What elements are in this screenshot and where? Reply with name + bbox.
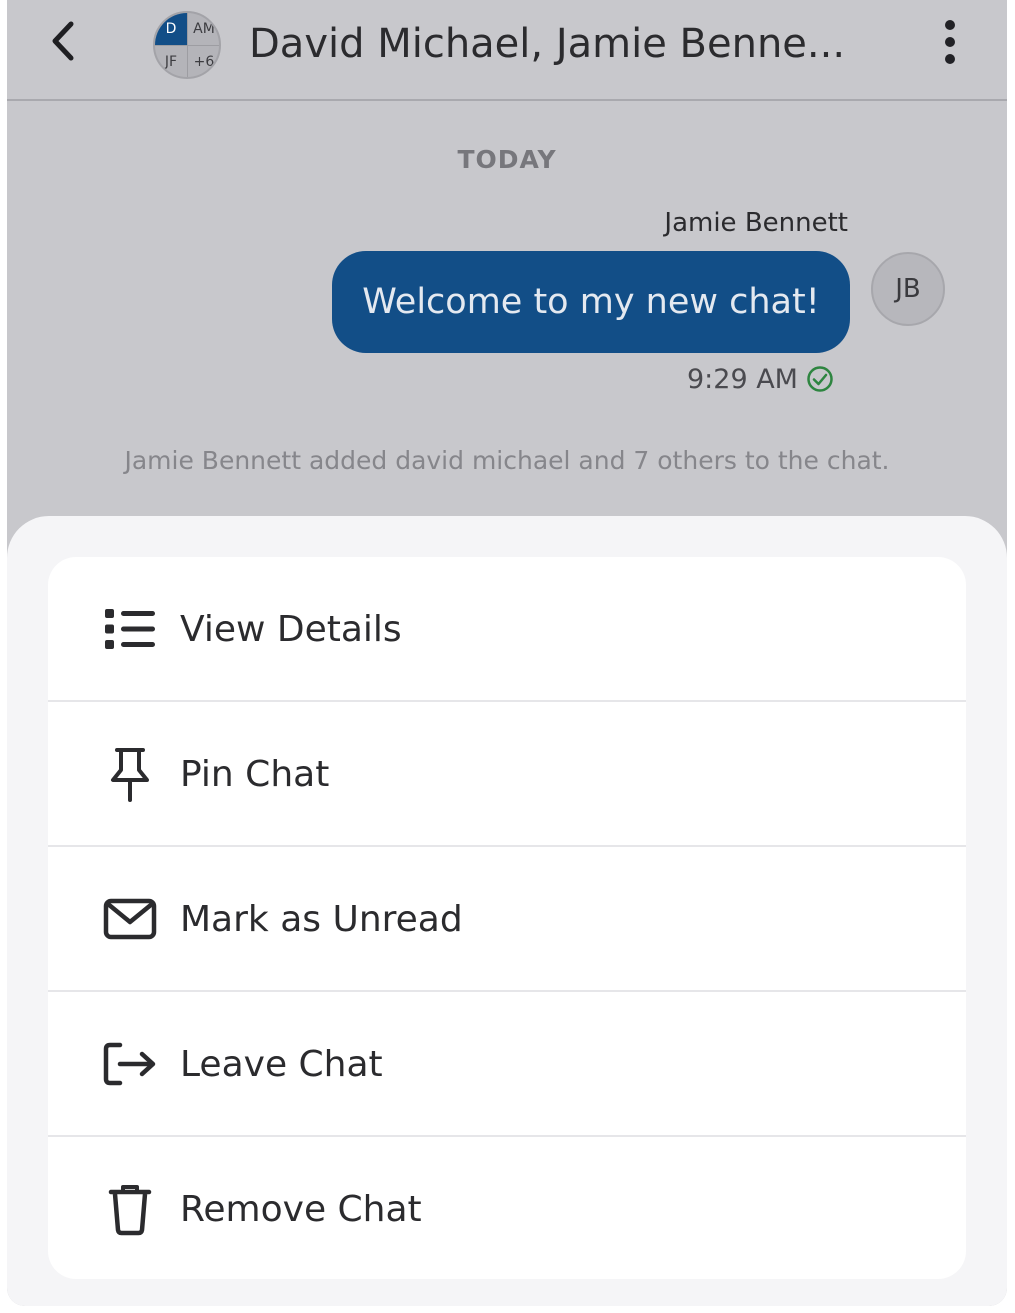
remove-chat-label: Remove Chat bbox=[180, 1188, 422, 1230]
envelope-icon bbox=[102, 891, 158, 947]
group-avatar-divider bbox=[155, 45, 219, 46]
mark-as-unread-label: Mark as Unread bbox=[180, 898, 463, 940]
message-bubble[interactable]: Welcome to my new chat! bbox=[332, 251, 850, 353]
action-sheet: View Details Pin Chat Mark as Unread Lea… bbox=[7, 516, 1007, 1306]
group-avatar-more-count: +6 bbox=[193, 54, 215, 70]
pin-chat-button[interactable]: Pin Chat bbox=[48, 702, 966, 846]
view-details-button[interactable]: View Details bbox=[48, 557, 966, 701]
chevron-left-icon bbox=[52, 21, 74, 61]
system-message: Jamie Bennett added david michael and 7 … bbox=[124, 446, 890, 475]
message-timestamp-row: 9:29 AM bbox=[687, 362, 834, 396]
group-avatar-initials-tl: D bbox=[155, 13, 187, 45]
remove-chat-button[interactable]: Remove Chat bbox=[48, 1137, 966, 1279]
mark-as-unread-button[interactable]: Mark as Unread bbox=[48, 847, 966, 991]
action-menu: View Details Pin Chat Mark as Unread Lea… bbox=[48, 557, 966, 1279]
message-time: 9:29 AM bbox=[687, 363, 798, 395]
trash-icon bbox=[102, 1181, 158, 1237]
group-avatar-initials-tr: AM bbox=[193, 21, 215, 37]
more-vertical-icon bbox=[945, 20, 955, 30]
group-avatar-divider bbox=[187, 13, 188, 77]
view-details-label: View Details bbox=[180, 608, 402, 650]
message-sender-name: Jamie Bennett bbox=[664, 208, 848, 238]
leave-chat-label: Leave Chat bbox=[180, 1043, 383, 1085]
date-separator: TODAY bbox=[457, 145, 557, 174]
more-vertical-icon-dot bbox=[945, 37, 955, 47]
group-avatar[interactable]: D AM JF +6 bbox=[153, 11, 221, 79]
avatar[interactable]: JB bbox=[871, 252, 945, 326]
chat-header: D AM JF +6 David Michael, Jamie Benne... bbox=[7, 0, 1007, 101]
group-avatar-initials-bl: JF bbox=[164, 54, 178, 70]
list-icon bbox=[102, 601, 158, 657]
check-circle-icon bbox=[807, 366, 833, 392]
leave-chat-button[interactable]: Leave Chat bbox=[48, 992, 966, 1136]
leave-icon bbox=[102, 1036, 158, 1092]
pin-chat-label: Pin Chat bbox=[180, 753, 330, 795]
more-options-button[interactable] bbox=[933, 16, 967, 68]
chat-title[interactable]: David Michael, Jamie Benne... bbox=[249, 14, 889, 74]
app-frame: D AM JF +6 David Michael, Jamie Benne...… bbox=[7, 0, 1007, 1306]
pin-icon bbox=[102, 746, 158, 802]
more-vertical-icon-dot bbox=[945, 54, 955, 64]
back-button[interactable] bbox=[43, 18, 83, 64]
